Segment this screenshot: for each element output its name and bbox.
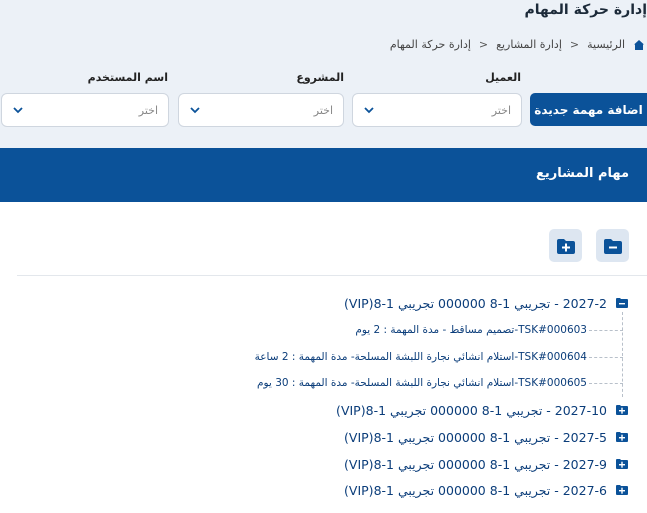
tree-connector <box>622 312 623 397</box>
client-label: العميل <box>485 71 521 84</box>
folder-closed-icon <box>616 459 628 469</box>
user-label: اسم المستخدم <box>87 71 168 84</box>
tree-leaf[interactable]: TSK#000604-استلام انشائي نجارة اللبشة ال… <box>255 348 587 366</box>
home-icon[interactable] <box>633 39 645 51</box>
tree-leaf[interactable]: TSK#000605-استلام انشائي نجارة اللبشة ال… <box>257 374 587 392</box>
folder-open-icon <box>616 298 628 308</box>
chevron-down-icon <box>190 107 200 114</box>
user-select-value: اختر <box>138 103 158 117</box>
add-task-button[interactable]: اضافة مهمة جديدة <box>530 93 647 126</box>
chevron-down-icon <box>13 107 23 114</box>
tree-node[interactable]: 2027-10 - تجريبي 1-8 000000 تجريبي 1-8(V… <box>336 400 629 420</box>
chevron-down-icon <box>364 107 374 114</box>
project-select[interactable]: اختر <box>178 93 344 127</box>
folder-closed-icon <box>616 405 628 415</box>
tree-node[interactable]: 2027-9 - تجريبي 1-8 000000 تجريبي 1-8(VI… <box>344 454 629 474</box>
divider <box>17 275 647 276</box>
section-title: مهام المشاريع <box>536 166 629 181</box>
tree-node-label: 2027-2 - تجريبي 1-8 000000 تجريبي 1-8(VI… <box>344 295 607 311</box>
section-header: مهام المشاريع <box>0 148 647 202</box>
breadcrumb: الرئيسية < إدارة المشاريع < إدارة حركة ا… <box>390 38 645 51</box>
folder-plus-icon <box>556 238 575 254</box>
breadcrumb-item-home[interactable]: الرئيسية <box>587 38 625 51</box>
tree-node-label: 2027-6 - تجريبي 1-8 000000 تجريبي 1-8(VI… <box>344 482 607 498</box>
folder-closed-icon <box>616 485 628 495</box>
tree-node-label: 2027-9 - تجريبي 1-8 000000 تجريبي 1-8(VI… <box>344 456 607 472</box>
folder-minus-icon <box>603 238 622 254</box>
page-title: إدارة حركة المهام <box>524 2 647 18</box>
expand-all-button[interactable] <box>549 229 582 262</box>
breadcrumb-separator: < <box>478 38 489 51</box>
tree-node[interactable]: 2027-5 - تجريبي 1-8 000000 تجريبي 1-8(VI… <box>344 427 629 447</box>
tree-node-label: 2027-5 - تجريبي 1-8 000000 تجريبي 1-8(VI… <box>344 429 607 445</box>
tree-leaf[interactable]: TSK#000603-تصميم مساقط - مدة المهمة : 2 … <box>355 321 587 339</box>
user-select[interactable]: اختر <box>1 93 169 127</box>
folder-closed-icon <box>616 432 628 442</box>
tree-connector <box>589 383 623 384</box>
collapse-all-button[interactable] <box>596 229 629 262</box>
tree-node-expanded[interactable]: 2027-2 - تجريبي 1-8 000000 تجريبي 1-8(VI… <box>344 293 629 313</box>
tree-connector <box>589 330 623 331</box>
tree-node[interactable]: 2027-6 - تجريبي 1-8 000000 تجريبي 1-8(VI… <box>344 480 629 500</box>
project-label: المشروع <box>296 71 344 84</box>
breadcrumb-item-projects[interactable]: إدارة المشاريع <box>496 38 562 51</box>
tree-node-label: 2027-10 - تجريبي 1-8 000000 تجريبي 1-8(V… <box>336 402 607 418</box>
project-select-value: اختر <box>313 103 333 117</box>
breadcrumb-item-current: إدارة حركة المهام <box>389 38 471 51</box>
client-select-value: اختر <box>491 103 511 117</box>
client-select[interactable]: اختر <box>352 93 522 127</box>
tree-connector <box>589 357 623 358</box>
breadcrumb-separator: < <box>569 38 580 51</box>
